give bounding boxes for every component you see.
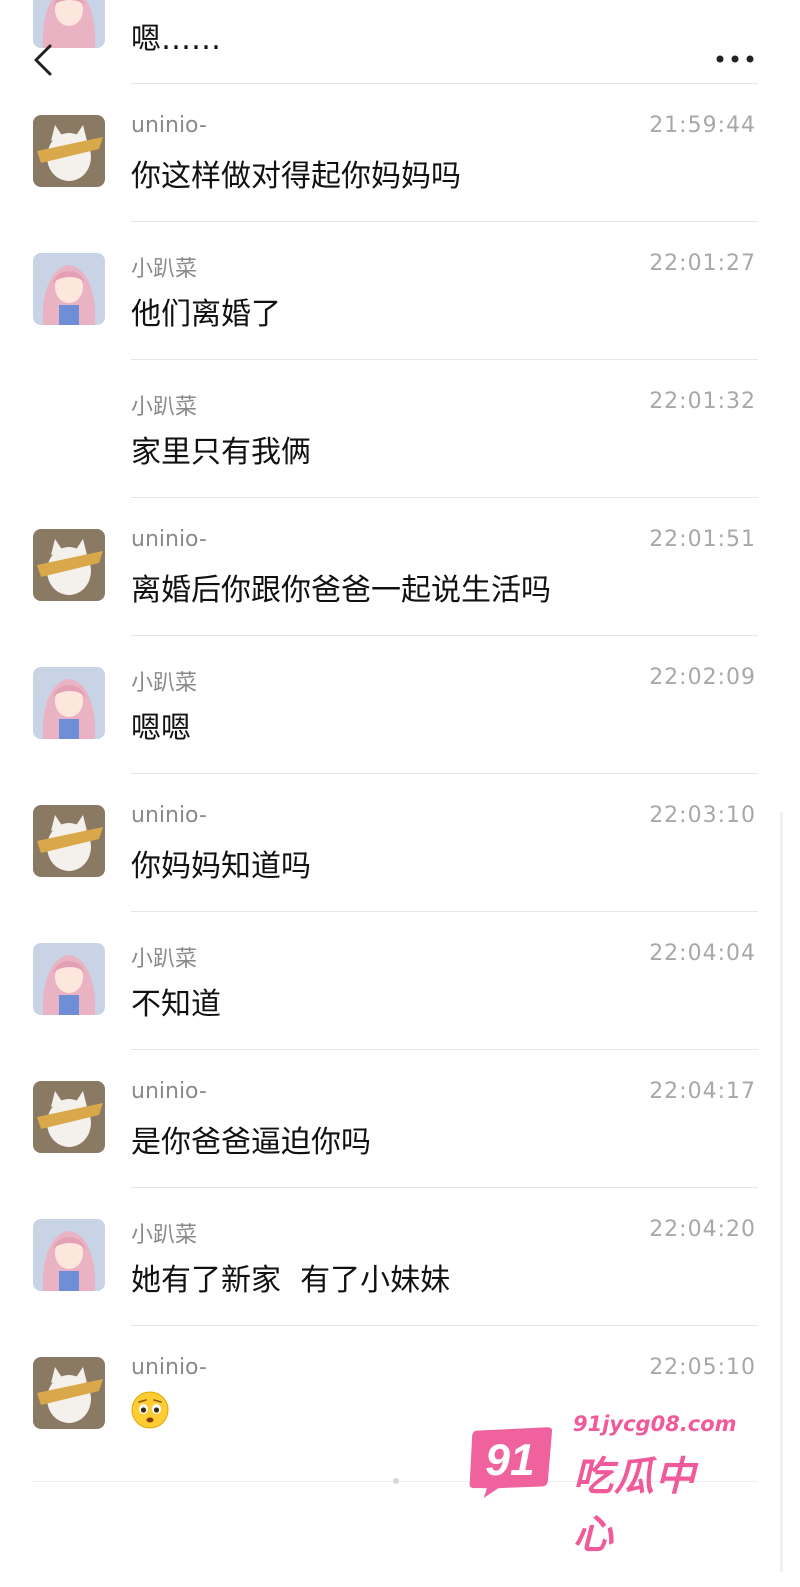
message-item: 小趴菜 22:01:32 家里只有我俩 (0, 360, 800, 498)
anime-girl-avatar[interactable] (33, 943, 105, 1015)
message-time: 22:02:09 (649, 665, 756, 690)
cat-avatar[interactable] (33, 1081, 105, 1153)
message-item: uninio- 22:01:51 离婚后你跟你爸爸一起说生活吗 (0, 498, 800, 636)
message-time: 22:03:10 (649, 803, 756, 828)
page-indicator-dot (393, 1478, 399, 1484)
watermark-url: 91jycg08.com (573, 1412, 737, 1436)
message-item: 小趴菜 22:01:27 他们离婚了 (0, 222, 800, 360)
cat-avatar[interactable] (33, 1357, 105, 1429)
message-time: 21:59:44 (649, 113, 756, 138)
message-time: 22:04:20 (649, 1217, 756, 1242)
anime-girl-avatar[interactable] (33, 253, 105, 325)
message-item: uninio- 22:03:10 你妈妈知道吗 (0, 774, 800, 912)
message-text: 不知道 (131, 987, 221, 1022)
cat-avatar[interactable] (33, 115, 105, 187)
message-text: 是你爸爸逼迫你吗 (131, 1125, 371, 1160)
sender-name: 小趴菜 (131, 257, 198, 282)
sender-name: uninio- (131, 113, 207, 138)
sender-name: uninio- (131, 1355, 207, 1380)
back-button[interactable] (26, 40, 66, 80)
scrollbar[interactable] (780, 812, 783, 1572)
partial-message-text: 嗯…… (131, 22, 221, 57)
message-text: 家里只有我俩 (131, 435, 311, 470)
watermark-logo: 91 91jycg08.com 吃瓜中心 (456, 1412, 737, 1558)
cat-avatar[interactable] (33, 529, 105, 601)
more-horizontal-icon (716, 55, 754, 63)
message-text: 你妈妈知道吗 (131, 849, 311, 884)
sender-name: uninio- (131, 1079, 207, 1104)
message-text: 你这样做对得起你妈妈吗 (131, 159, 461, 194)
watermark-title: 吃瓜中心 (573, 1454, 696, 1558)
top-partial-message: 嗯…… (0, 0, 800, 84)
message-time: 22:01:27 (649, 251, 756, 276)
worried-face-emoji (131, 1391, 169, 1429)
message-time: 22:04:04 (649, 941, 756, 966)
message-text: 离婚后你跟你爸爸一起说生活吗 (131, 573, 551, 608)
sender-name: 小趴菜 (131, 947, 198, 972)
sender-name: uninio- (131, 527, 207, 552)
message-time: 22:04:17 (649, 1079, 756, 1104)
message-time: 22:01:51 (649, 527, 756, 552)
message-item: uninio- 22:04:17 是你爸爸逼迫你吗 (0, 1050, 800, 1188)
message-time: 22:05:10 (649, 1355, 756, 1380)
message-item: 小趴菜 22:04:04 不知道 (0, 912, 800, 1050)
message-text: 她有了新家 有了小妹妹 (131, 1263, 451, 1298)
sender-name: uninio- (131, 803, 207, 828)
message-text: 嗯嗯 (131, 711, 191, 746)
sender-name: 小趴菜 (131, 671, 198, 696)
message-item: 小趴菜 22:04:20 她有了新家 有了小妹妹 (0, 1188, 800, 1326)
watermark-badge: 91 (469, 1427, 553, 1498)
anime-girl-avatar[interactable] (33, 667, 105, 739)
chevron-left-icon (34, 44, 52, 76)
watermark-badge-text: 91 (485, 1436, 534, 1485)
message-item: 小趴菜 22:02:09 嗯嗯 (0, 636, 800, 774)
sender-name: 小趴菜 (131, 1223, 198, 1248)
anime-girl-avatar[interactable] (33, 1219, 105, 1291)
sender-name: 小趴菜 (131, 395, 198, 420)
message-item: uninio- 21:59:44 你这样做对得起你妈妈吗 (0, 84, 800, 222)
message-time: 22:01:32 (649, 389, 756, 414)
more-options-button[interactable] (712, 44, 758, 74)
cat-avatar[interactable] (33, 805, 105, 877)
message-text: 他们离婚了 (131, 297, 281, 332)
